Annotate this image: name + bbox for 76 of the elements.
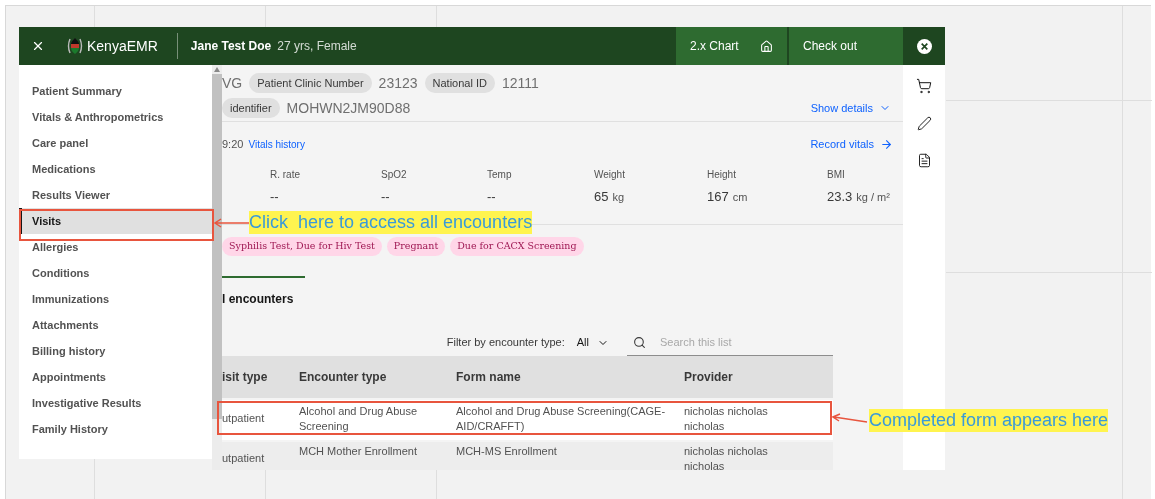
vital-value: -- <box>381 188 391 206</box>
identifier-text: VG <box>222 73 243 93</box>
sidebar-item[interactable]: Appointments <box>19 364 212 390</box>
table-cell-text: nicholas nicholas nicholas <box>684 403 769 434</box>
scroll-up-icon[interactable] <box>214 67 220 72</box>
search-icon <box>633 335 646 349</box>
vitals-time: 9:20 <box>222 136 244 152</box>
vital-value: -- <box>487 188 497 206</box>
sidebar-item[interactable]: Medications <box>19 156 212 182</box>
document-icon[interactable] <box>916 153 932 168</box>
column-header: Encounter type <box>299 368 388 386</box>
vital-label: SpO2 <box>381 168 408 182</box>
home-icon <box>760 39 773 53</box>
patient-name: Jane Test Doe <box>190 38 272 55</box>
flag-tag: Due for CACX Screening <box>450 236 584 256</box>
encounter-type-dropdown[interactable]: All <box>576 334 609 351</box>
check-out-button[interactable]: Check out <box>789 27 903 65</box>
flag-tag: Syphilis Test, Due for Hiv Test <box>222 236 382 256</box>
table-cell-text: Alcohol and Drug Abuse Screening <box>299 403 419 434</box>
patient-details: 27 yrs, Female <box>277 38 357 55</box>
identifier-value: 23123 <box>378 73 418 93</box>
sidebar-item[interactable]: Visits <box>19 208 212 234</box>
flag-tag: Pregnant <box>386 236 446 256</box>
table-row[interactable]: utpatient MCH Mother Enrollment MCH-MS Enrollment nicholas nicholas nicholas <box>222 441 833 470</box>
vital-label: Temp <box>487 168 513 182</box>
chart-button[interactable]: 2.x Chart <box>676 27 787 65</box>
vital-value: 65 kg <box>594 188 626 206</box>
sidebar-item[interactable]: Results Viewer <box>19 182 212 208</box>
vital-value: -- <box>270 188 280 206</box>
vital-label: Weight <box>594 168 626 182</box>
pen-icon[interactable] <box>916 116 932 131</box>
identifier-tag: National ID <box>424 73 495 93</box>
vital-label: Height <box>707 168 737 182</box>
search-field[interactable]: Search this list <box>660 333 830 351</box>
identifier-tag: Patient Clinic Number <box>249 73 372 93</box>
table-cell-text: utpatient <box>222 410 266 426</box>
table-cell-text: utpatient <box>222 450 266 466</box>
sidebar-item[interactable]: Family History <box>19 416 212 442</box>
sidebar-item[interactable]: Patient Summary <box>19 78 212 104</box>
arrow <box>832 413 868 425</box>
vitals-history-link[interactable]: Vitals history <box>248 136 305 152</box>
table-cell-text: Alcohol and Drug Abuse Screening(CAGE-AID/CRAFFT) <box>456 403 667 434</box>
column-header: isit type <box>222 368 269 386</box>
vital-value: 167 cm <box>707 188 749 206</box>
sidebar-item[interactable]: Allergies <box>19 234 212 260</box>
arrow-right-icon <box>880 137 893 151</box>
column-header: Form name <box>456 368 522 386</box>
vital-value: 23.3 kg / m² <box>827 188 891 206</box>
sidebar-item[interactable]: Billing history <box>19 338 212 364</box>
vital-label: R. rate <box>270 168 301 182</box>
table-cell-text: nicholas nicholas nicholas <box>684 443 769 470</box>
sidebar-item[interactable]: Conditions <box>19 260 212 286</box>
arrow <box>214 218 250 228</box>
section-title: l encounters <box>222 290 295 308</box>
table-cell-text: MCH-MS Enrollment <box>456 443 558 459</box>
sidebar-item[interactable]: Investigative Results <box>19 390 212 416</box>
table-row[interactable]: utpatient Alcohol and Drug Abuse Screening Alcohol and Drug Abuse Screening(CAGE-AID/CRAFFT) nicholas nicholas nicholas <box>222 399 833 440</box>
sidebar-item[interactable]: Attachments <box>19 312 212 338</box>
cart-icon[interactable] <box>916 78 932 94</box>
column-header: Provider <box>684 368 734 386</box>
identifier-value: MOHWN2JM90D88 <box>286 98 411 118</box>
shield-logo-icon <box>67 37 83 55</box>
table-cell-text: MCH Mother Enrollment <box>299 443 418 459</box>
sidebar-item[interactable]: Vitals & Anthropometrics <box>19 104 212 130</box>
sidebar-item[interactable]: Immunizations <box>19 286 212 312</box>
sidebar-item[interactable]: Care panel <box>19 130 212 156</box>
identifier-value: 12111 <box>501 73 539 93</box>
show-details-link[interactable]: Show details <box>810 99 891 117</box>
record-vitals-link[interactable]: Record vitals <box>810 135 893 153</box>
identifier-tag: identifier <box>222 98 280 118</box>
close-icon[interactable] <box>31 39 45 53</box>
brand-name: KenyaEMR <box>87 36 158 56</box>
filter-label: Filter by encounter type: <box>446 335 565 351</box>
vital-label: BMI <box>827 168 846 182</box>
callout-text: Click here to access all encounters <box>249 211 533 234</box>
callout-text: Completed form appears here <box>869 409 1109 432</box>
